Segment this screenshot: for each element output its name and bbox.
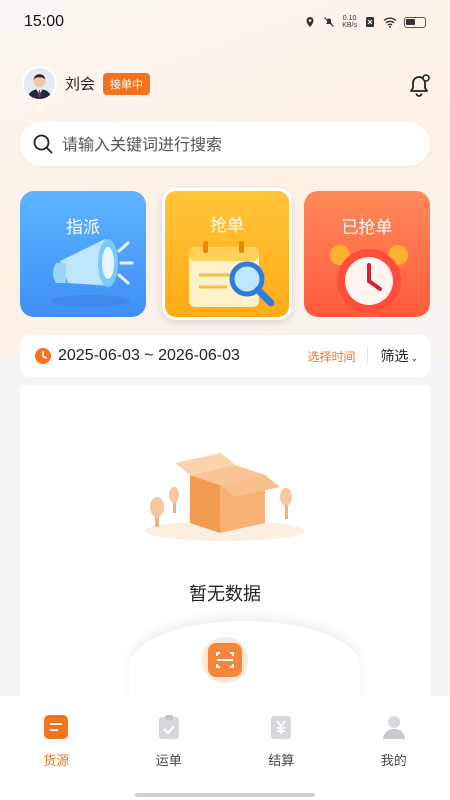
search-bar[interactable] (20, 122, 430, 166)
yuan-document-icon (271, 716, 292, 739)
bottom-tab-bar: 货源 运单 结算 我的 (0, 696, 450, 800)
alarm-clock-icon (330, 245, 408, 313)
clock-icon (35, 348, 51, 364)
status-icons: 0.10 KB/s (304, 15, 426, 29)
date-range: 2025-06-03 ~ 2026-06-03 (58, 347, 240, 364)
chevron-down-icon: ⌄ (410, 354, 418, 364)
tab-waybill-label: 运单 (155, 754, 182, 769)
status-bar: 15:00 0.10 KB/s (0, 0, 450, 44)
megaphone-icon (50, 239, 134, 307)
empty-state-text: 暂无数据 (189, 584, 261, 605)
cargo-source-icon (44, 715, 69, 739)
tab-cargo-source-label: 货源 (43, 754, 70, 769)
search-input[interactable] (62, 134, 392, 154)
home-indicator (135, 793, 315, 797)
content-panel: 暂无数据 (20, 385, 430, 715)
calendar-search-icon (189, 241, 275, 307)
search-icon (33, 134, 53, 154)
notification-bell-icon[interactable] (406, 72, 432, 98)
avatar[interactable] (22, 66, 57, 101)
no-sim-icon (366, 17, 374, 27)
filter-label: 筛选 (380, 349, 409, 365)
card-grab-order[interactable]: 抢单 (162, 188, 292, 320)
tab-cargo-source[interactable]: 货源 (0, 696, 113, 800)
date-filter-bar: 2025-06-03 ~ 2026-06-03 选择时间 筛选 ⌄ (20, 335, 430, 377)
card-grabbed[interactable]: 已抢单 (304, 191, 430, 317)
status-time: 15:00 (24, 13, 65, 30)
mute-icon (324, 17, 335, 27)
divider (367, 348, 369, 364)
tab-settlement[interactable]: 结算 (225, 696, 338, 800)
wifi-icon (383, 17, 397, 28)
tab-mine[interactable]: 我的 (338, 696, 450, 800)
user-name: 刘会 (65, 75, 96, 93)
user-info[interactable]: 刘会 接单中 (22, 66, 151, 101)
select-time-button[interactable]: 选择时间 (307, 348, 355, 365)
battery-icon (404, 16, 426, 28)
location-icon (306, 17, 314, 27)
filter-button[interactable]: 筛选 ⌄ (380, 346, 418, 366)
scan-button[interactable] (202, 637, 248, 683)
empty-box-illustration (145, 453, 305, 541)
network-speed: 0.10 KB/s (342, 15, 357, 29)
clipboard-check-icon (158, 715, 179, 739)
tab-mine-label: 我的 (380, 754, 407, 769)
tab-waybill[interactable]: 运单 (113, 696, 226, 800)
status-badge: 接单中 (103, 72, 151, 95)
tab-settlement-label: 结算 (268, 754, 295, 769)
card-assign[interactable]: 指派 (20, 191, 146, 317)
user-icon (382, 716, 405, 739)
scan-icon (208, 643, 242, 677)
avatar-person-icon (24, 68, 55, 99)
